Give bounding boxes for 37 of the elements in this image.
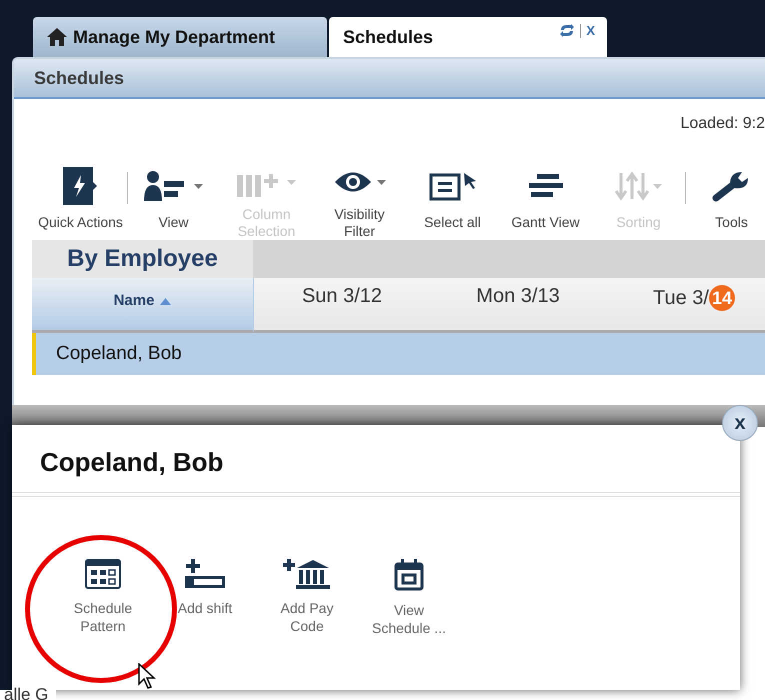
tab[interactable]: Schedules X — [329, 17, 607, 57]
calendar-icon — [394, 559, 424, 591]
home-icon — [47, 28, 67, 46]
lightning-icon — [62, 167, 98, 205]
action-button[interactable]: Add shift — [154, 559, 256, 637]
panel-title: Schedules — [14, 59, 765, 99]
name-column-header[interactable]: Name — [32, 278, 253, 333]
caret-icon — [287, 180, 296, 184]
group-title: By Employee — [32, 240, 253, 278]
caret-icon — [377, 180, 386, 184]
calendar-grid-icon — [85, 559, 121, 589]
toolbar-button[interactable]: Quick Actions — [34, 166, 127, 240]
bars-icon — [528, 172, 562, 200]
refresh-icon — [559, 24, 576, 37]
sort-ascending-icon — [160, 298, 172, 305]
day-header: Mon 3/13 — [475, 284, 561, 309]
toolbar-button[interactable]: Gantt View — [499, 166, 592, 240]
sort-arrows-icon — [615, 171, 649, 201]
add-bar-icon — [184, 559, 226, 589]
caret-icon — [194, 184, 203, 188]
day-header: Sun 3/12 — [300, 284, 384, 309]
caret-icon — [653, 184, 662, 188]
count-badge: 14 — [708, 285, 735, 311]
loaded-time: Loaded: 9:2 — [680, 115, 765, 133]
schedule-row[interactable] — [253, 333, 765, 375]
select-box-icon — [428, 171, 476, 201]
toolbar-button[interactable]: Select all — [406, 166, 499, 240]
add-bank-icon — [283, 559, 331, 589]
toolbar-button[interactable]: Visibility Filter — [313, 166, 406, 240]
action-button[interactable]: Add Pay Code — [256, 559, 358, 637]
employee-name[interactable]: Copeland, Bob — [32, 333, 253, 375]
day-header: Tue 3/14 — [606, 278, 765, 330]
tab[interactable]: Manage My Department — [33, 17, 327, 57]
popup-title: Copeland, Bob — [40, 447, 224, 478]
action-button[interactable]: Schedule Pattern — [52, 559, 154, 637]
action-button[interactable]: View Schedule ... — [358, 559, 460, 637]
close-tab-button[interactable]: X — [586, 23, 595, 38]
